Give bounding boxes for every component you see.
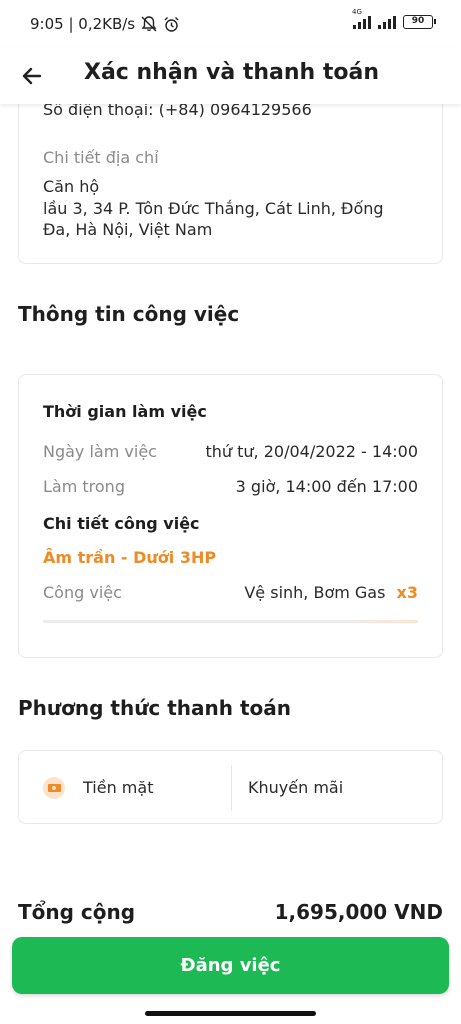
work-date-value: thứ tư, 20/04/2022 - 14:00 — [205, 442, 419, 461]
status-left: 9:05 | 0,2KB/s — [30, 15, 180, 33]
promo-button[interactable]: Khuyến mãi — [232, 751, 442, 825]
battery-icon: 90 — [403, 14, 436, 29]
payment-section-title: Phương thức thanh toán — [18, 696, 292, 720]
post-job-button[interactable]: Đăng việc — [12, 937, 449, 994]
muted-bell-icon — [141, 16, 157, 32]
post-job-label: Đăng việc — [180, 955, 281, 976]
address-line-2: lầu 3, 34 P. Tôn Đức Thắng, Cát Linh, Đố… — [43, 199, 384, 218]
payment-method-label: Tiền mặt — [83, 778, 154, 797]
work-time-title: Thời gian làm việc — [43, 402, 207, 421]
status-time-speed: 9:05 | 0,2KB/s — [30, 15, 136, 33]
payment-card: Tiền mặt Khuyến mãi — [18, 750, 443, 824]
address-detail-label: Chi tiết địa chỉ — [43, 148, 159, 167]
signal-icon — [378, 14, 396, 29]
status-bar: 9:05 | 0,2KB/s 4G 90 — [0, 0, 461, 48]
back-button[interactable] — [16, 60, 48, 92]
app-header: Xác nhận và thanh toán — [0, 48, 461, 104]
address-line-3: Đa, Hà Nội, Việt Nam — [43, 220, 213, 239]
signal-4g-icon: 4G — [352, 8, 371, 29]
address-card: Sô điện thoại: (+84) 0964129566 Chi tiết… — [18, 92, 443, 264]
arrow-left-icon — [22, 67, 42, 85]
work-date-label: Ngày làm việc — [43, 442, 157, 461]
total-value: 1,695,000 VND — [274, 900, 443, 924]
task-value: Vệ sinh, Bơm Gas — [244, 583, 386, 602]
job-detail-title: Chi tiết công việc — [43, 514, 200, 533]
page-title: Xác nhận và thanh toán — [84, 60, 379, 85]
total-label: Tổng cộng — [18, 900, 136, 924]
promo-label: Khuyến mãi — [248, 778, 344, 797]
task-label: Công việc — [43, 583, 122, 602]
address-line-1: Căn hộ — [43, 177, 100, 196]
job-section-title: Thông tin công việc — [18, 302, 240, 326]
duration-value: 3 giờ, 14:00 đến 17:00 — [235, 477, 418, 496]
duration-label: Làm trong — [43, 477, 125, 496]
status-right: 4G 90 — [352, 8, 436, 29]
task-quantity: x3 — [396, 583, 418, 602]
task-value-row: Vệ sinh, Bơm Gas x3 — [244, 583, 418, 602]
service-name: Âm trần - Dưới 3HP — [43, 548, 217, 567]
job-card: Thời gian làm việc Ngày làm việc thứ tư,… — [18, 374, 443, 658]
home-indicator[interactable] — [145, 1011, 316, 1016]
battery-level: 90 — [411, 15, 425, 26]
cash-icon — [43, 777, 65, 799]
alarm-clock-icon — [164, 16, 179, 32]
divider — [43, 620, 418, 623]
payment-method-button[interactable]: Tiền mặt — [19, 751, 231, 825]
network-type-label: 4G — [352, 8, 362, 16]
